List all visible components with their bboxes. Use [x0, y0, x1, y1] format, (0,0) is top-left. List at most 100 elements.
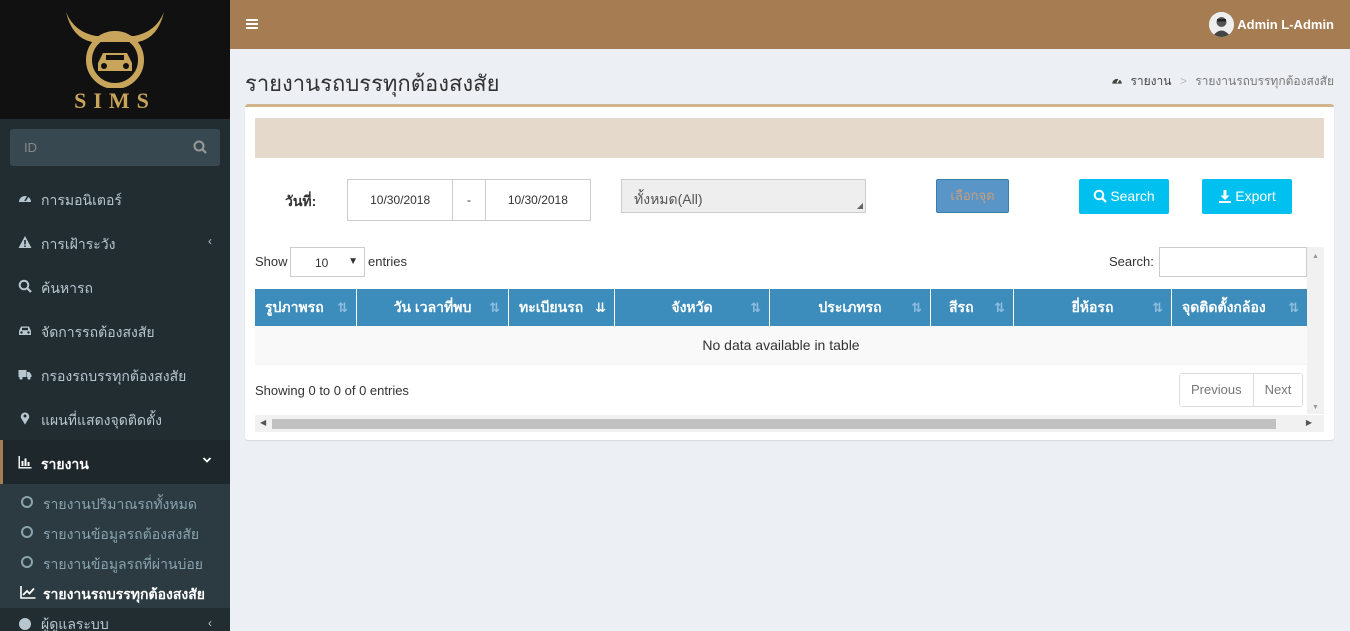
sidebar-item-label: ผู้ดูแลระบบ	[41, 616, 109, 631]
sidebar-item-label: จัดการรถต้องสงสัย	[41, 324, 155, 340]
submenu-item-total-volume[interactable]: รายงานปริมาณรถทั้งหมด	[0, 488, 230, 518]
date-separator: -	[452, 180, 486, 220]
table-header: รูปภาพรถ ⇅ วัน เวลาที่พบ ⇅ ทะเบียนรถ ⇊ จังห…	[255, 289, 1307, 326]
chevron-left-icon: ‹	[208, 616, 212, 630]
box-banner	[255, 118, 1324, 158]
column-header[interactable]: จังหวัด ⇅	[615, 289, 770, 326]
location-select-value: ทั้งหมด(All)	[634, 191, 703, 207]
table-info: Showing 0 to 0 of 0 entries	[255, 383, 409, 398]
sidebar-item-label: การเฝ้าระวัง	[41, 236, 116, 252]
next-button[interactable]: Next	[1252, 374, 1303, 406]
export-button[interactable]: Export	[1202, 179, 1292, 214]
search-button[interactable]: Search	[1079, 179, 1169, 214]
truck-icon	[18, 370, 32, 380]
column-header[interactable]: สีรถ ⇅	[931, 289, 1014, 326]
scroll-up-icon[interactable]: ▲	[1312, 253, 1319, 260]
warning-icon	[18, 236, 32, 248]
hamburger-menu-icon[interactable]	[245, 17, 259, 31]
previous-button[interactable]: Previous	[1180, 374, 1253, 406]
column-header[interactable]: ทะเบียนรถ ⇊	[509, 289, 615, 326]
breadcrumb-separator: >	[1179, 74, 1187, 88]
pagination: Previous Next	[1179, 373, 1304, 407]
page-title: รายงานรถบรรทุกต้องสงสัย	[245, 71, 500, 96]
sidebar-item-label: กรองรถบรรทุกต้องสงสัย	[41, 368, 187, 384]
report-box: วันที่: 10/30/2018 - 10/30/2018 ทั้งหมด(…	[245, 104, 1334, 440]
sort-icon: ⇅	[911, 300, 922, 315]
sidebar-search-input[interactable]: ID	[10, 129, 220, 166]
date-to-input[interactable]: 10/30/2018	[486, 180, 590, 220]
dashboard-icon	[19, 195, 31, 202]
pick-location-button[interactable]: เลือกจุด	[936, 179, 1009, 213]
scroll-left-icon[interactable]: ◀	[260, 418, 266, 427]
location-select[interactable]: ทั้งหมด(All) ◢	[621, 179, 866, 213]
line-chart-icon	[20, 586, 36, 599]
submenu-item-suspect-truck[interactable]: รายงานรถบรรทุกต้องสงสัย	[0, 578, 230, 608]
submenu-item-suspect-data[interactable]: รายงานข้อมูลรถต้องสงสัย	[0, 518, 230, 548]
sidebar: SIMS ID การมอนิเตอร์ การเฝ้าระวัง ‹ ค้นห…	[0, 0, 230, 631]
data-table: รูปภาพรถ ⇅ วัน เวลาที่พบ ⇅ ทะเบียนรถ ⇊ จังห…	[255, 289, 1307, 365]
submenu-item-label: รายงานข้อมูลรถต้องสงสัย	[43, 526, 200, 542]
column-header[interactable]: ประเภทรถ ⇅	[770, 289, 931, 326]
logo[interactable]: SIMS	[0, 0, 230, 119]
search-icon[interactable]	[193, 140, 207, 154]
resize-handle-icon[interactable]: ◢	[857, 201, 863, 210]
sort-icon: ⇅	[750, 300, 761, 315]
sidebar-search-placeholder: ID	[24, 140, 37, 155]
user-name: Admin L-Admin	[1237, 17, 1334, 32]
submenu-item-label: รายงานรถบรรทุกต้องสงสัย	[43, 586, 205, 602]
logo-emblem	[66, 12, 164, 88]
car-icon	[19, 326, 31, 335]
sidebar-item-admin[interactable]: ผู้ดูแลระบบ ‹	[0, 608, 230, 631]
sidebar-item-reports[interactable]: รายงาน	[0, 440, 230, 484]
sidebar-item-label: ค้นหารถ	[41, 280, 94, 296]
caret-down-icon: ▼	[348, 256, 358, 267]
column-header[interactable]: วัน เวลาที่พบ ⇅	[357, 289, 509, 326]
scrollbar-thumb[interactable]	[272, 419, 1276, 429]
circle-icon	[21, 496, 33, 508]
sidebar-item-label: รายงาน	[41, 456, 89, 472]
sidebar-item-manage-suspect[interactable]: จัดการรถต้องสงสัย	[0, 308, 230, 352]
submenu-item-frequent[interactable]: รายงานข้อมูลรถที่ผ่านบ่อย	[0, 548, 230, 578]
scroll-right-icon[interactable]: ▶	[1306, 418, 1312, 427]
empty-table-row: No data available in table	[255, 326, 1307, 365]
page-length-select[interactable]: 10 ▼	[290, 247, 365, 277]
admin-icon	[19, 618, 31, 630]
sidebar-menu: การมอนิเตอร์ การเฝ้าระวัง ‹ ค้นหารถ จัดก…	[0, 176, 230, 631]
column-header[interactable]: จุดติดตั้งกล้อง ⇅	[1172, 289, 1307, 326]
breadcrumb: รายงาน > รายงานรถบรรทุกต้องสงสัย	[1111, 72, 1334, 91]
sidebar-item-label: แผนที่แสดงจุดติดตั้ง	[41, 412, 162, 428]
scroll-down-icon[interactable]: ▼	[1312, 404, 1319, 411]
table-search-input[interactable]	[1159, 247, 1307, 277]
sidebar-item-filter-truck[interactable]: กรองรถบรรทุกต้องสงสัย	[0, 352, 230, 396]
sort-desc-icon: ⇊	[595, 300, 606, 315]
top-navbar: Admin L-Admin	[230, 0, 1350, 49]
sort-icon: ⇅	[489, 300, 500, 315]
avatar	[1209, 12, 1234, 37]
chevron-left-icon: ‹	[208, 234, 212, 248]
date-from-input[interactable]: 10/30/2018	[348, 180, 452, 220]
show-label: Show	[255, 254, 288, 269]
sidebar-item-monitor[interactable]: การมอนิเตอร์	[0, 176, 230, 220]
column-header[interactable]: รูปภาพรถ ⇅	[255, 289, 357, 326]
date-label: วันที่:	[285, 193, 317, 209]
dashboard-icon	[1112, 78, 1122, 84]
horizontal-scrollbar[interactable]: ◀ ▶	[255, 415, 1324, 432]
column-header[interactable]: ยี่ห้อรถ ⇅	[1014, 289, 1172, 326]
sort-icon: ⇅	[1152, 300, 1163, 315]
vertical-scrollbar[interactable]: ▲ ▼	[1307, 247, 1324, 414]
sidebar-item-surveillance[interactable]: การเฝ้าระวัง ‹	[0, 220, 230, 264]
sidebar-item-installation-map[interactable]: แผนที่แสดงจุดติดตั้ง	[0, 396, 230, 440]
export-button-label: Export	[1235, 188, 1276, 204]
map-marker-icon	[20, 412, 30, 425]
date-range-picker: 10/30/2018 - 10/30/2018	[347, 179, 591, 221]
sort-icon: ⇅	[1288, 300, 1299, 315]
page-length-value: 10	[315, 256, 329, 270]
entries-label: entries	[368, 254, 408, 269]
search-icon	[1094, 189, 1108, 203]
sidebar-item-search-car[interactable]: ค้นหารถ	[0, 264, 230, 308]
breadcrumb-link[interactable]: รายงาน	[1130, 74, 1171, 88]
table-search-label: Search:	[1109, 254, 1154, 269]
search-button-label: Search	[1110, 188, 1155, 204]
search-icon	[18, 279, 32, 293]
sort-icon: ⇅	[337, 300, 348, 315]
